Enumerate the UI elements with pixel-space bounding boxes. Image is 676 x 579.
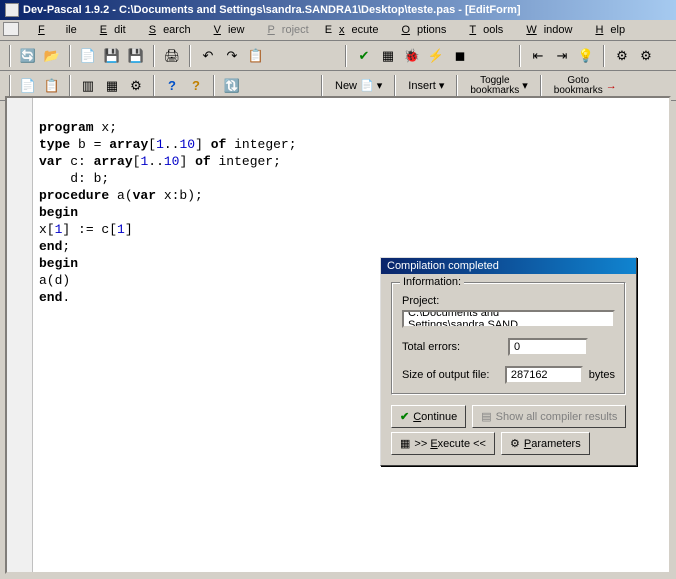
save-icon[interactable]: 💾 — [101, 45, 123, 67]
errors-value-field: 0 — [508, 338, 588, 356]
menu-window[interactable]: Window — [512, 22, 579, 38]
tb-icon-3[interactable]: ⚙ — [125, 75, 147, 97]
reload-icon[interactable]: 🔄 — [17, 45, 39, 67]
run-lightning-icon[interactable]: ⚡ — [425, 45, 447, 67]
menu-options[interactable]: Options — [387, 22, 453, 38]
size-label: Size of output file: — [402, 369, 499, 381]
indent-right-icon[interactable]: ⇥ — [551, 45, 573, 67]
tb-icon-2[interactable]: ▦ — [101, 75, 123, 97]
context-help-icon[interactable]: ? — [185, 75, 207, 97]
window-title: Dev-Pascal 1.9.2 - C:\Documents and Sett… — [23, 4, 521, 16]
doc-icon — [3, 22, 19, 36]
tool-a-icon[interactable]: ⚙ — [611, 45, 633, 67]
show-all-results-button[interactable]: ▤ Show all compiler results — [472, 405, 626, 428]
save-red-icon[interactable]: 💾 — [125, 45, 147, 67]
refresh-icon[interactable]: 🔃 — [221, 75, 243, 97]
stop-icon[interactable]: ◼ — [449, 45, 471, 67]
menu-tools[interactable]: Tools — [455, 22, 510, 38]
information-group: Information: Project: C:\Documents and S… — [391, 282, 626, 395]
size-unit: bytes — [589, 369, 615, 381]
size-value-field: 287162 — [505, 366, 583, 384]
toggle-bookmarks-button[interactable]: Togglebookmarks ▾ — [464, 74, 533, 98]
menu-view[interactable]: View — [200, 22, 252, 38]
undo-icon[interactable]: ↶ — [197, 45, 219, 67]
debug-icon[interactable]: 🐞 — [401, 45, 423, 67]
page-icon[interactable]: 📄 — [17, 75, 39, 97]
list-icon: ▤ — [481, 410, 491, 423]
information-legend: Information: — [400, 276, 464, 288]
menu-execute[interactable]: Execute — [318, 22, 386, 38]
parameters-button[interactable]: ⚙ Parameters — [501, 432, 590, 455]
redo-icon[interactable]: ↷ — [221, 45, 243, 67]
menu-file[interactable]: File — [24, 22, 84, 38]
tb-icon-1[interactable]: ▥ — [77, 75, 99, 97]
paste-icon[interactable]: 📋 — [245, 45, 267, 67]
menu-project: Project — [253, 22, 315, 38]
editor-gutter — [7, 98, 33, 572]
dialog-title: Compilation completed — [381, 258, 636, 274]
app-icon — [5, 3, 19, 17]
menu-bar: File Edit Search View Project Execute Op… — [0, 20, 676, 41]
menu-search[interactable]: Search — [135, 22, 198, 38]
project-label: Project: — [402, 295, 615, 307]
title-bar: Dev-Pascal 1.9.2 - C:\Documents and Sett… — [0, 0, 676, 20]
new-button[interactable]: New 📄 ▾ — [329, 74, 388, 98]
execute-icon: ▦ — [400, 437, 410, 450]
help-icon[interactable]: ? — [161, 75, 183, 97]
insert-button[interactable]: Insert ▾ — [402, 74, 450, 98]
print-icon[interactable]: 🖨 — [161, 45, 183, 67]
tool-b-icon[interactable]: ⚙ — [635, 45, 657, 67]
bulb-icon[interactable]: 💡 — [575, 45, 597, 67]
menu-help[interactable]: Help — [581, 22, 632, 38]
goto-bookmarks-button[interactable]: Gotobookmarks → — [548, 74, 623, 98]
compilation-dialog: Compilation completed Information: Proje… — [380, 257, 637, 466]
compile-check-icon[interactable]: ✔ — [353, 45, 375, 67]
indent-left-icon[interactable]: ⇤ — [527, 45, 549, 67]
errors-label: Total errors: — [402, 341, 502, 353]
check-icon: ✔ — [400, 410, 409, 423]
project-path-field: C:\Documents and Settings\sandra.SAND — [402, 310, 615, 328]
open-folder-icon[interactable]: 📂 — [41, 45, 63, 67]
build-icon[interactable]: ▦ — [377, 45, 399, 67]
execute-button[interactable]: ▦ >> Execute << — [391, 432, 495, 455]
gears-icon: ⚙ — [510, 437, 520, 450]
new-file-icon[interactable]: 📄 — [77, 45, 99, 67]
continue-button[interactable]: ✔ Continue — [391, 405, 466, 428]
toolbar-1: 🔄 📂 📄 💾 💾 🖨 ↶ ↷ 📋 ✔ ▦ 🐞 ⚡ ◼ ⇤ ⇥ 💡 ⚙ ⚙ — [0, 41, 676, 71]
notes-icon[interactable]: 📋 — [41, 75, 63, 97]
menu-edit[interactable]: Edit — [86, 22, 133, 38]
